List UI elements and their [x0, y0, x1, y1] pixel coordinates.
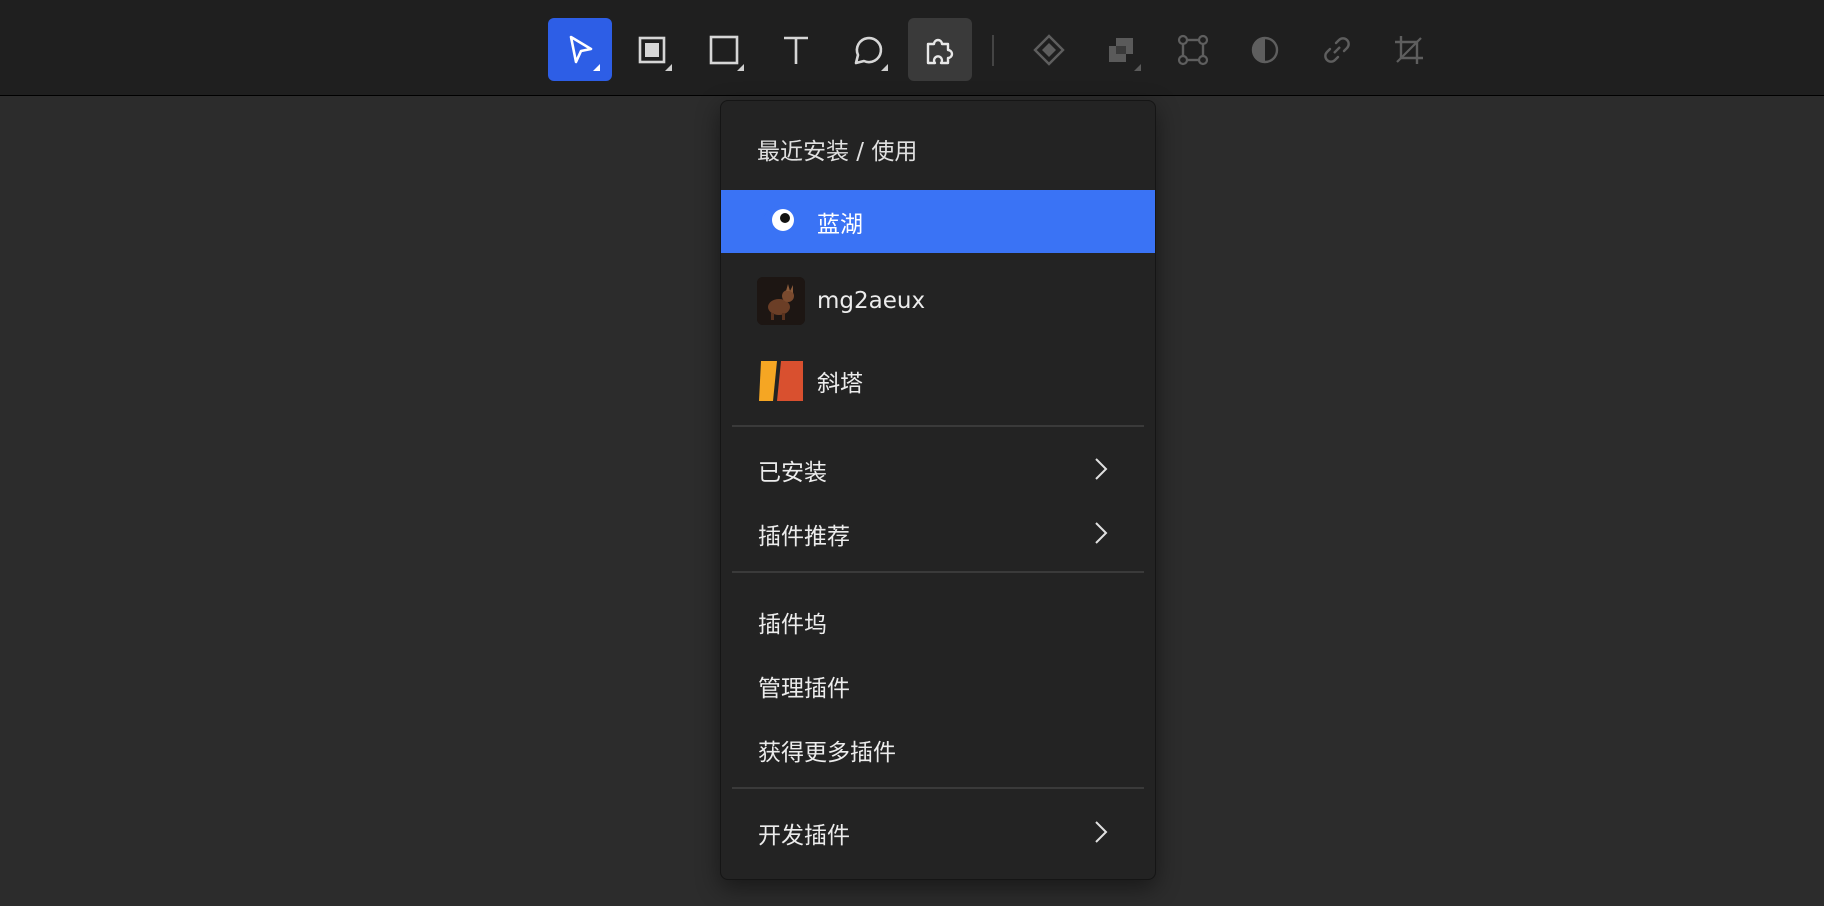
rectangle-tool-button[interactable]: [692, 18, 756, 81]
component-diamond-icon: [1033, 33, 1065, 66]
comment-bubble-icon: [854, 36, 883, 64]
frame-tool-button[interactable]: [620, 18, 684, 81]
cursor-arrow-icon: [569, 35, 593, 63]
menu-item-recommended[interactable]: 插件推荐: [721, 502, 1155, 565]
menu-item-label: 获得更多插件: [758, 739, 896, 766]
tool-dropdown-indicator: [737, 64, 744, 71]
menu-divider: [732, 787, 1144, 789]
link-icon: [1324, 36, 1350, 63]
menu-item-label: 插件坞: [758, 611, 827, 638]
mask-tool-button[interactable]: [1233, 18, 1297, 81]
menu-item-label: 开发插件: [758, 822, 850, 849]
comment-tool-button[interactable]: [836, 18, 900, 81]
plugin-item-xieta[interactable]: 斜塔: [721, 346, 1155, 416]
lanhu-logo-icon: [757, 198, 805, 246]
crop-tool-button[interactable]: [1377, 18, 1441, 81]
toolbar-separator: [992, 35, 994, 66]
boolean-union-icon: [1109, 37, 1133, 62]
tool-dropdown-indicator: [593, 64, 600, 71]
menu-item-get-more-plugins[interactable]: 获得更多插件: [721, 718, 1155, 781]
tool-dropdown-indicator: [665, 64, 672, 71]
link-tool-button[interactable]: [1305, 18, 1369, 81]
menu-item-installed[interactable]: 已安装: [721, 438, 1155, 501]
tool-dropdown-indicator: [1134, 64, 1141, 71]
plugin-item-mg2aeux[interactable]: mg2aeux: [721, 266, 1155, 336]
chevron-right-icon: [1095, 821, 1108, 843]
menu-header-recent: 最近安装 / 使用: [757, 139, 918, 165]
text-tool-button[interactable]: [764, 18, 828, 81]
component-tool-button[interactable]: [1017, 18, 1081, 81]
menu-item-label: 管理插件: [758, 675, 850, 702]
plugin-tool-button[interactable]: [908, 18, 972, 81]
chevron-right-icon: [1095, 522, 1108, 544]
menu-divider: [732, 571, 1144, 573]
menu-item-plugin-dock[interactable]: 插件坞: [721, 590, 1155, 653]
crop-icon: [1395, 35, 1423, 64]
menu-item-manage-plugins[interactable]: 管理插件: [721, 654, 1155, 717]
vector-edit-icon: [1177, 34, 1209, 65]
top-toolbar: [0, 0, 1824, 96]
plugin-item-lanhu[interactable]: 蓝湖: [721, 190, 1155, 253]
menu-item-label: 已安装: [758, 459, 827, 486]
vector-edit-tool-button[interactable]: [1161, 18, 1225, 81]
plugin-item-label: 蓝湖: [817, 211, 863, 238]
mg2aeux-avatar-icon: [757, 277, 805, 325]
boolean-tool-button[interactable]: [1089, 18, 1153, 81]
chevron-right-icon: [1095, 458, 1108, 480]
mask-icon: [1251, 36, 1279, 63]
move-tool-button[interactable]: [548, 18, 612, 81]
xieta-logo-icon: [757, 357, 805, 405]
frame-icon: [638, 36, 666, 63]
rectangle-icon: [709, 35, 739, 64]
text-icon: [784, 36, 808, 64]
plugin-item-label: mg2aeux: [817, 288, 926, 314]
plugin-menu: 最近安装 / 使用 蓝湖 mg2aeux 斜塔 已安装 插件推荐 插件坞 管理插…: [720, 100, 1156, 880]
plugin-item-label: 斜塔: [817, 371, 863, 397]
puzzle-piece-icon: [926, 38, 954, 64]
menu-item-label: 插件推荐: [758, 523, 850, 550]
menu-divider: [732, 425, 1144, 427]
menu-item-develop-plugins[interactable]: 开发插件: [721, 801, 1155, 864]
tool-dropdown-indicator: [881, 64, 888, 71]
